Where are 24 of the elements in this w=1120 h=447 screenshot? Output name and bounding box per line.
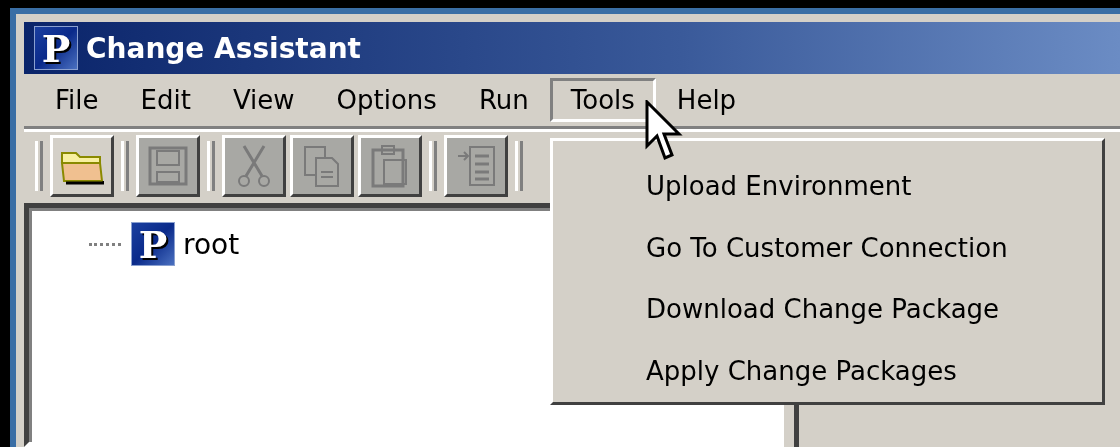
clipboard-icon — [370, 144, 410, 188]
window-title: Change Assistant — [86, 31, 361, 65]
menu-item[interactable]: Edit — [119, 78, 212, 122]
toolbar-grip — [35, 141, 43, 191]
menu-item[interactable]: Options — [315, 78, 458, 122]
menu-option[interactable]: Download Change Package — [553, 278, 1102, 341]
menu-option[interactable]: Apply Change Packages — [553, 340, 1102, 402]
menu-item[interactable]: Run — [457, 78, 550, 122]
toolbar-separator — [121, 141, 129, 191]
menu-option[interactable]: Upload Environment — [553, 155, 1102, 217]
insert-list-icon — [456, 144, 496, 188]
node-logo-icon: P — [131, 222, 175, 266]
tree-item[interactable]: root — [183, 227, 240, 261]
menu-item[interactable]: Help — [655, 78, 758, 122]
app-logo-icon: P — [34, 26, 78, 70]
menu-option[interactable]: Go To Customer Connection — [553, 216, 1102, 279]
toolbar-separator — [515, 141, 523, 191]
copy-icon — [302, 144, 342, 188]
scissors-icon — [236, 144, 272, 188]
menu-item[interactable]: View — [211, 78, 316, 122]
toolbar-button[interactable] — [50, 135, 114, 197]
toolbar-separator — [207, 141, 215, 191]
menu-item[interactable]: File — [34, 78, 120, 122]
toolbar-separator — [429, 141, 437, 191]
